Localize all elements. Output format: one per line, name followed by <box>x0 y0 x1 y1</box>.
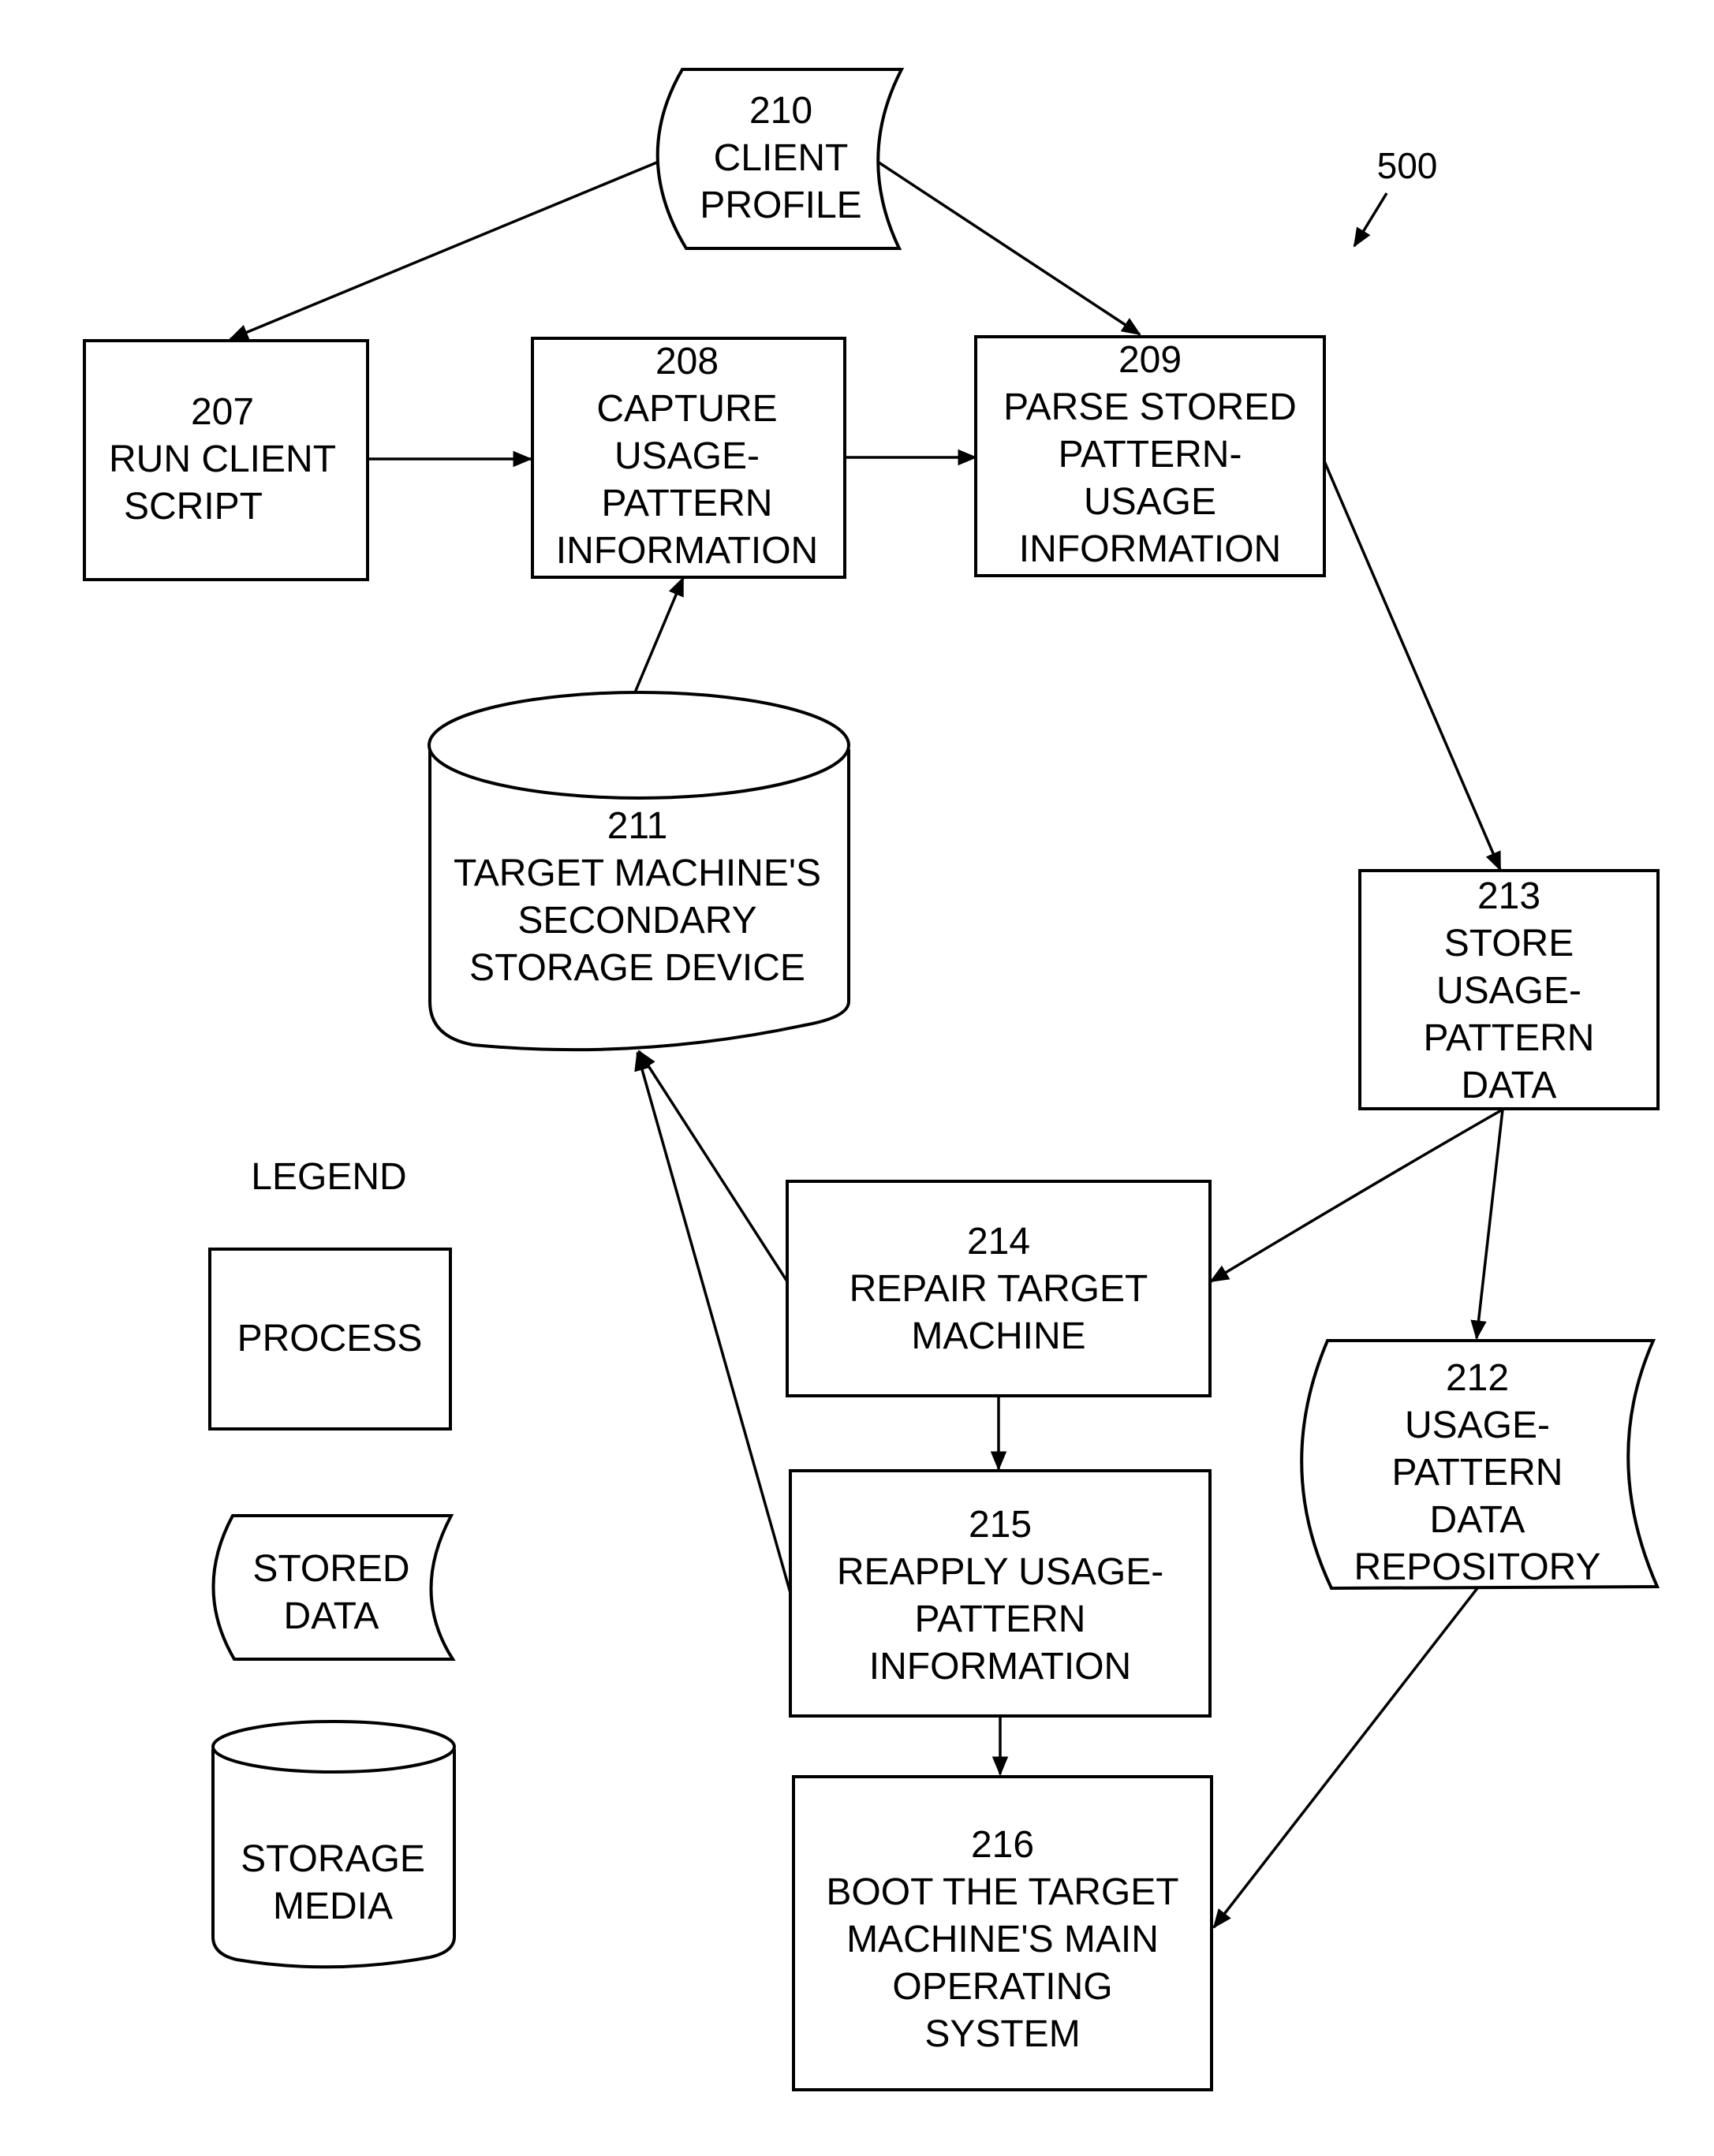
node-label-line: PATTERN <box>915 1598 1086 1640</box>
node-label-line: CLIENT <box>714 137 849 179</box>
legend: LEGEND PROCESS STORED DATA STORAGE MEDIA <box>208 1156 456 1969</box>
legend-label: MEDIA <box>273 1886 393 1927</box>
legend-storage-media-top <box>211 1720 456 1774</box>
node-label-line: REPAIR TARGET <box>850 1268 1148 1310</box>
node-label-line: SECONDARY <box>517 900 756 942</box>
flowchart-diagram: 500 210 CLIENT PROFILE 207 RUN CLIENT SC… <box>83 68 1660 2091</box>
legend-item-process: PROCESS <box>208 1248 452 1430</box>
node-210-client-profile[interactable]: 210 CLIENT PROFILE <box>655 68 905 250</box>
legend-label: DATA <box>284 1595 379 1637</box>
node-label-line: INFORMATION <box>1019 528 1281 570</box>
legend-item-stored-data: STORED DATA <box>211 1514 456 1661</box>
edge-209-to-213 <box>1323 461 1502 871</box>
node-label-line: PATTERN- <box>1059 434 1242 476</box>
node-213-store-usage-pattern-data[interactable]: 213 STORE USAGE- PATTERN DATA <box>1358 869 1660 1110</box>
edge-215-to-211 <box>634 1051 792 1594</box>
legend-label: PROCESS <box>237 1318 423 1360</box>
node-label-line: PROFILE <box>700 185 861 226</box>
node-208-capture-usage-pattern[interactable]: 208 CAPTURE USAGE- PATTERN INFORMATION <box>531 337 846 579</box>
edge-211-to-208 <box>633 576 685 693</box>
node-label-line: SCRIPT <box>124 486 263 528</box>
node-label-line: 214 <box>967 1221 1030 1263</box>
node-label-line: USAGE- <box>1405 1404 1550 1446</box>
edge-214-to-211 <box>637 1050 789 1282</box>
figure-reference-arrow <box>1353 192 1388 248</box>
node-label-line: OPERATING <box>892 1966 1112 2008</box>
edge-210-to-209 <box>873 158 1141 336</box>
node-label-line: MACHINE <box>911 1315 1085 1357</box>
node-209-parse-stored-pattern[interactable]: 209 PARSE STORED PATTERN- USAGE INFORMAT… <box>974 335 1326 577</box>
legend-title: LEGEND <box>251 1156 406 1198</box>
node-label-line: REPOSITORY <box>1354 1546 1601 1588</box>
node-label-line: 211 <box>607 805 668 847</box>
node-label-line: INFORMATION <box>556 530 818 572</box>
node-label-line: SYSTEM <box>924 2013 1080 2055</box>
node-label-line: 207 <box>191 391 254 433</box>
legend-label: STORAGE <box>241 1838 425 1880</box>
node-label-line: DATA <box>1430 1499 1525 1541</box>
node-label-line: 213 <box>1477 875 1540 917</box>
node-label-line: 209 <box>1118 339 1182 381</box>
node-label-line: 216 <box>971 1824 1034 1866</box>
edge-212-to-216 <box>1212 1587 1479 1929</box>
node-214-repair-target-machine[interactable]: 214 REPAIR TARGET MACHINE <box>786 1180 1212 1397</box>
node-label-line: PATTERN <box>602 483 773 524</box>
node-label-line: INFORMATION <box>869 1646 1131 1688</box>
node-207-run-client-script[interactable]: 207 RUN CLIENT SCRIPT <box>83 339 369 581</box>
node-label-line: MACHINE'S MAIN <box>846 1919 1159 1960</box>
node-label-line: USAGE- <box>614 435 760 477</box>
node-label-line: STORE <box>1444 923 1574 964</box>
node-212-usage-pattern-data-repository[interactable]: 212 USAGE- PATTERN DATA REPOSITORY <box>1300 1339 1660 1591</box>
legend-label: STORED <box>252 1548 409 1590</box>
node-label-line: 208 <box>655 341 719 382</box>
node-label-line: PATTERN <box>1392 1452 1563 1494</box>
node-label-line: PATTERN <box>1424 1017 1595 1059</box>
node-label-line: DATA <box>1462 1065 1557 1106</box>
storage-media-top <box>428 691 850 800</box>
node-label-line: 210 <box>749 90 812 132</box>
edge-210-to-207 <box>229 159 663 341</box>
node-216-boot-main-os[interactable]: 216 BOOT THE TARGET MACHINE'S MAIN OPERA… <box>792 1775 1213 2091</box>
legend-item-storage-media: STORAGE MEDIA <box>211 1720 456 1969</box>
node-label-line: CAPTURE <box>596 388 777 430</box>
node-label-line: PARSE STORED <box>1003 386 1297 428</box>
edge-213-to-212 <box>1470 1109 1504 1341</box>
node-label-line: RUN CLIENT <box>109 438 336 480</box>
node-label-line: 212 <box>1446 1357 1509 1399</box>
node-label-line: STORAGE DEVICE <box>469 947 805 989</box>
figure-reference-label: 500 <box>1377 145 1438 186</box>
node-215-reapply-usage-pattern[interactable]: 215 REAPPLY USAGE- PATTERN INFORMATION <box>789 1469 1212 1718</box>
node-label-line: TARGET MACHINE'S <box>454 852 821 894</box>
node-label-line: USAGE- <box>1436 970 1581 1012</box>
node-label-line: 215 <box>969 1504 1032 1546</box>
node-label-line: REAPPLY USAGE- <box>837 1551 1163 1593</box>
node-label-line: BOOT THE TARGET <box>826 1871 1178 1913</box>
node-211-secondary-storage-device[interactable]: 211 TARGET MACHINE'S SECONDARY STORAGE D… <box>428 691 850 1052</box>
node-label-line: USAGE <box>1084 481 1216 523</box>
edge-213-to-214 <box>1209 1108 1503 1283</box>
